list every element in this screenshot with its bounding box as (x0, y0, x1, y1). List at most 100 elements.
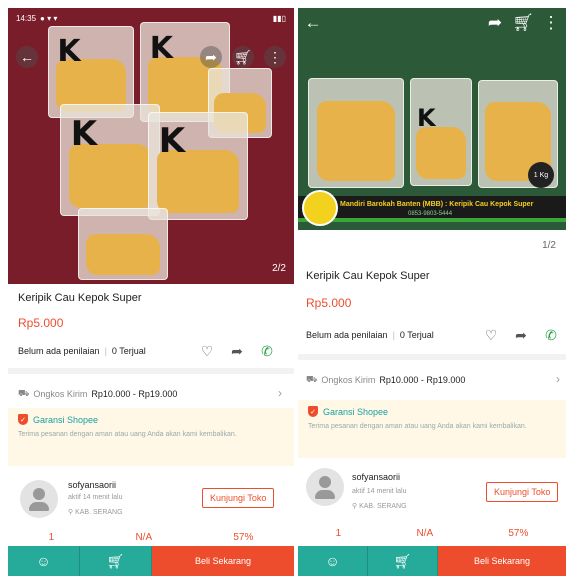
back-arrow-icon[interactable]: ← (302, 12, 324, 34)
back-arrow-icon[interactable]: ← (16, 46, 38, 68)
guarantee-box[interactable]: ✓ Garansi Shopee Terima pesanan dengan a… (8, 408, 294, 466)
truck-icon: ⛟ (18, 388, 30, 398)
bottom-action-bar: ☺ 🛒︎ Beli Sekarang (8, 546, 294, 576)
seller-active-time: aktif 14 menit lalu (68, 494, 123, 501)
stat-chat-rate: 57% (233, 532, 254, 543)
guarantee-body: Terima pesanan dengan aman atau uang And… (308, 423, 527, 430)
stat-rating: N/A (135, 532, 153, 543)
visit-shop-button[interactable]: Kunjungi Toko (486, 482, 559, 502)
seller-name[interactable]: sofyansaorii (352, 472, 400, 482)
shipping-row[interactable]: ⛟ Ongkos Kirim Rp10.000 - Rp19.000 (306, 374, 465, 386)
product-bag-photo (78, 208, 168, 280)
battery-icon: ▮▮▯ (272, 14, 286, 23)
seller-location-text: KAB. SERANG (359, 503, 407, 510)
rating-text: Belum ada penilaian (18, 346, 100, 356)
stat-chat-rate: 57% (508, 528, 529, 539)
product-bag-photo: K (410, 78, 472, 186)
rating-row: Belum ada penilaian | 0 Terjual (18, 346, 146, 356)
avatar[interactable] (306, 468, 344, 506)
shipping-label: Ongkos Kirim (33, 389, 88, 399)
product-image[interactable]: K ← ➦ 🛒︎ ⋮ 1 Kg Mandiri Barokah Banten (… (298, 8, 566, 230)
product-image[interactable]: K K K K 14:35 ● ▾ ▾ ▮▮▯ ← ➦ 🛒︎ ⋮ 2/2 (8, 8, 294, 284)
brand-logo (302, 190, 338, 226)
chevron-right-icon[interactable]: › (556, 372, 560, 386)
seller-location-text: KAB. SERANG (75, 509, 123, 516)
seller-location: ⚲ KAB. SERANG (68, 508, 123, 516)
product-screen-right: K ← ➦ 🛒︎ ⋮ 1 Kg Mandiri Barokah Banten (… (298, 0, 566, 576)
truck-icon: ⛟ (306, 374, 318, 384)
shipping-label: Ongkos Kirim (321, 375, 376, 385)
product-screen-left: K K K K 14:35 ● ▾ ▾ ▮▮▯ ← ➦ 🛒︎ ⋮ 2/2 Ker… (8, 0, 294, 576)
product-title: Keripik Cau Kepok Super (306, 270, 430, 282)
image-counter: 1/2 (542, 240, 556, 251)
image-counter: 2/2 (272, 263, 286, 274)
product-price: Rp5.000 (306, 296, 352, 310)
rating-row: Belum ada penilaian | 0 Terjual (306, 330, 434, 340)
guarantee-title: Garansi Shopee (33, 414, 99, 425)
guarantee-title: Garansi Shopee (323, 406, 389, 417)
product-price: Rp5.000 (18, 316, 64, 330)
rating-text: Belum ada penilaian (306, 330, 388, 340)
avatar[interactable] (20, 480, 58, 518)
sold-count: 0 Terjual (399, 330, 434, 340)
buy-now-button[interactable]: Beli Sekarang (438, 546, 566, 576)
banner-text: Mandiri Barokah Banten (MBB) : Keripik C… (340, 201, 534, 208)
sold-count: 0 Terjual (111, 346, 146, 356)
guarantee-box[interactable]: ✓ Garansi Shopee Terima pesanan dengan a… (298, 400, 566, 458)
chat-icon: ☺ (325, 553, 340, 569)
section-divider (8, 368, 294, 374)
shipping-value: Rp10.000 - Rp19.000 (379, 375, 466, 385)
heart-icon[interactable]: ♡ (482, 327, 500, 343)
guarantee-body: Terima pesanan dengan aman atau uang And… (18, 431, 237, 438)
buy-now-button[interactable]: Beli Sekarang (152, 546, 294, 576)
add-to-cart-button[interactable]: 🛒︎ (80, 546, 152, 576)
chat-button[interactable]: ☺ (298, 546, 368, 576)
product-actions: ♡ ➦ ✆ (482, 327, 560, 343)
product-bag-photo: K (148, 112, 248, 220)
cart-icon: 🛒︎ (393, 552, 412, 569)
share-icon[interactable]: ➦ (512, 327, 530, 343)
product-title: Keripik Cau Kepok Super (18, 292, 142, 304)
divider: | (104, 346, 107, 356)
visit-shop-button[interactable]: Kunjungi Toko (202, 488, 275, 508)
product-bag-photo (308, 78, 404, 188)
cart-icon[interactable]: 🛒︎ (232, 46, 254, 68)
status-time: 14:35 (16, 14, 37, 23)
more-icon[interactable]: ⋮ (264, 46, 286, 68)
section-divider (298, 354, 566, 360)
shipping-row[interactable]: ⛟ Ongkos Kirim Rp10.000 - Rp19.000 (18, 388, 177, 400)
whatsapp-icon[interactable]: ✆ (542, 327, 560, 343)
stat-products: 1 (335, 528, 342, 539)
seller-name[interactable]: sofyansaorii (68, 480, 116, 490)
notification-icons: ● ▾ ▾ (40, 14, 58, 23)
seller-location: ⚲ KAB. SERANG (352, 502, 407, 510)
heart-icon[interactable]: ♡ (198, 343, 216, 359)
cart-icon[interactable]: 🛒︎ (512, 12, 534, 34)
stat-products: 1 (48, 532, 55, 543)
seller-active-time: aktif 14 menit lalu (352, 488, 407, 495)
share-icon[interactable]: ➦ (484, 12, 506, 34)
whatsapp-icon[interactable]: ✆ (258, 343, 276, 359)
product-banner: Mandiri Barokah Banten (MBB) : Keripik C… (298, 196, 566, 222)
weight-badge: 1 Kg (528, 162, 554, 188)
shield-icon: ✓ (308, 406, 318, 417)
share-icon[interactable]: ➦ (228, 343, 246, 359)
shield-icon: ✓ (18, 414, 28, 425)
chevron-right-icon[interactable]: › (278, 386, 282, 400)
chat-button[interactable]: ☺ (8, 546, 80, 576)
shipping-value: Rp10.000 - Rp19.000 (91, 389, 178, 399)
banner-phone: 0853-9803-5444 (408, 211, 453, 217)
bottom-action-bar: ☺ 🛒︎ Beli Sekarang (298, 546, 566, 576)
product-bag-photo: K (60, 104, 160, 216)
divider: | (392, 330, 395, 340)
more-icon[interactable]: ⋮ (540, 12, 562, 34)
cart-icon: 🛒︎ (106, 552, 125, 569)
seller-stats: 1 N/A 57% (298, 528, 566, 539)
add-to-cart-button[interactable]: 🛒︎ (368, 546, 438, 576)
share-icon[interactable]: ➦ (200, 46, 222, 68)
stat-rating: N/A (416, 528, 434, 539)
seller-stats: 1 N/A 57% (8, 532, 294, 543)
status-bar: 14:35 ● ▾ ▾ (16, 14, 57, 23)
product-actions: ♡ ➦ ✆ (198, 343, 276, 359)
chat-icon: ☺ (36, 553, 51, 569)
